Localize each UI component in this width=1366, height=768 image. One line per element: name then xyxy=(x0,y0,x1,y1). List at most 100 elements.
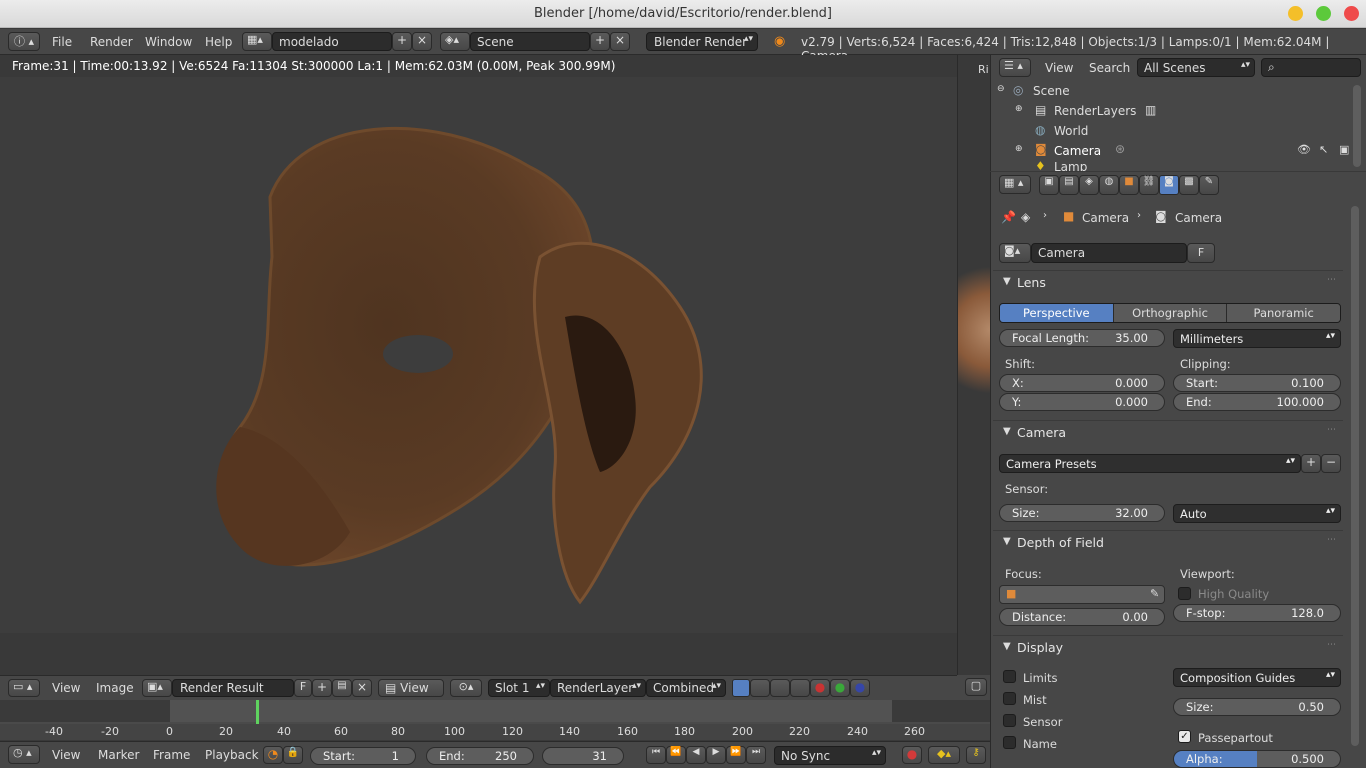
menu-file[interactable]: File xyxy=(52,35,72,49)
outliner-scrollbar[interactable] xyxy=(1353,85,1361,167)
scene-tab-icon[interactable]: ◈ xyxy=(1079,175,1099,195)
tools-tab-icon[interactable]: ✎ xyxy=(1199,175,1219,195)
render-layers-tab-icon[interactable]: ▤ xyxy=(1059,175,1079,195)
add-scene-icon[interactable]: + xyxy=(590,32,610,51)
cursor-icon[interactable]: ↖ xyxy=(1319,143,1328,156)
camera-datablock-name[interactable]: Camera xyxy=(1031,243,1187,263)
dof-panel-title[interactable]: Depth of Field xyxy=(1017,535,1104,550)
panel-collapse-icon[interactable]: ▼ xyxy=(1003,276,1011,287)
jump-start-icon[interactable]: ⏮ xyxy=(646,746,666,764)
camera-presets-dropdown[interactable]: Camera Presets ▴▾ xyxy=(999,454,1301,473)
menu-frame[interactable]: Frame xyxy=(153,748,190,762)
editor-type-properties[interactable]: ▦ ▴ xyxy=(999,175,1031,194)
drag-handle-icon[interactable]: ⋯ xyxy=(1327,535,1336,545)
expand-icon[interactable]: ⊕ xyxy=(1015,144,1023,154)
render-tab-icon[interactable]: ▣ xyxy=(1039,175,1059,195)
camera-data-tab-icon[interactable]: ◙ xyxy=(1159,175,1179,195)
outliner-item-camera[interactable]: ⊕ ◙ Camera ⊛ 👁 ↖ ▣ xyxy=(991,141,1351,161)
eye-icon[interactable]: 👁 xyxy=(1297,143,1311,156)
record-icon[interactable]: ● xyxy=(902,746,922,764)
menu-view[interactable]: View xyxy=(52,681,80,695)
shift-x-field[interactable]: X: 0.000 xyxy=(999,374,1165,392)
scene-selector[interactable]: ◈▴ xyxy=(440,32,470,51)
menu-help[interactable]: Help xyxy=(205,35,232,49)
render-engine-dropdown[interactable]: Blender Render ▴▾ xyxy=(646,32,758,51)
properties-scrollbar[interactable] xyxy=(1351,206,1359,746)
slot-dropdown[interactable]: Slot 1 ▴▾ xyxy=(488,679,550,697)
lens-panel-title[interactable]: Lens xyxy=(1017,275,1046,290)
screen-layout-name[interactable]: modelado xyxy=(272,32,392,51)
editor-type-outliner[interactable]: ☰ ▴ xyxy=(999,58,1031,77)
maximize-button[interactable] xyxy=(1316,6,1331,21)
render-camera-icon[interactable]: ▣ xyxy=(1339,143,1349,156)
red-channel-icon[interactable]: ● xyxy=(810,679,830,697)
passepartout-alpha-slider[interactable]: Alpha: 0.500 xyxy=(1173,750,1341,768)
panoramic-tab[interactable]: Panoramic xyxy=(1227,304,1340,322)
constraints-tab-icon[interactable]: ⛓ xyxy=(1139,175,1159,195)
drag-handle-icon[interactable]: ⋯ xyxy=(1327,640,1336,650)
menu-view[interactable]: View xyxy=(1045,61,1073,75)
image-name-field[interactable]: Render Result xyxy=(172,679,294,697)
menu-image[interactable]: Image xyxy=(96,681,134,695)
end-frame-field[interactable]: End: 250 xyxy=(426,747,534,765)
timeline-track[interactable]: -40 -20 0 20 40 60 80 100 120 140 160 18… xyxy=(0,700,990,740)
playhead[interactable] xyxy=(256,700,259,724)
layer-dropdown[interactable]: RenderLayer ▴▾ xyxy=(550,679,646,697)
world-tab-icon[interactable]: ◍ xyxy=(1099,175,1119,195)
outliner-item-scene[interactable]: ⊖ ◎ Scene xyxy=(991,81,1351,101)
limits-checkbox[interactable] xyxy=(1003,670,1016,683)
jump-keyframe-back-icon[interactable]: ⏪ xyxy=(666,746,686,764)
outliner-item-lamp[interactable]: ♦ Lamp xyxy=(991,161,1351,171)
search-input[interactable]: ⌕ xyxy=(1261,58,1361,77)
lock-icon[interactable]: 🔒 xyxy=(283,746,303,764)
pass-dropdown[interactable]: Combined ▴▾ xyxy=(646,679,726,697)
camera-panel-title[interactable]: Camera xyxy=(1017,425,1066,440)
screen-layout-selector[interactable]: ▦▴ xyxy=(242,32,272,51)
add-preset-icon[interactable]: + xyxy=(1301,454,1321,473)
shift-y-field[interactable]: Y: 0.000 xyxy=(999,393,1165,411)
green-channel-icon[interactable]: ● xyxy=(830,679,850,697)
perspective-tab[interactable]: Perspective xyxy=(1000,304,1114,322)
drag-handle-icon[interactable]: ⋯ xyxy=(1327,425,1336,435)
expand-icon[interactable]: ⊕ xyxy=(1015,104,1023,114)
menu-view[interactable]: View xyxy=(52,748,80,762)
keying-set-icon[interactable]: ◆▴ xyxy=(928,746,960,764)
remove-screen-icon[interactable]: × xyxy=(412,32,432,51)
lens-unit-dropdown[interactable]: Millimeters ▴▾ xyxy=(1173,329,1341,348)
collapse-icon[interactable]: ⊖ xyxy=(997,84,1005,94)
drag-handle-icon[interactable]: ⋯ xyxy=(1327,275,1336,285)
fstop-field[interactable]: F-stop: 128.0 xyxy=(1173,604,1341,622)
camera-fake-user-button[interactable]: F xyxy=(1187,243,1215,263)
draw-rgb-icon[interactable] xyxy=(790,679,810,697)
unlink-image-icon[interactable]: × xyxy=(352,679,372,697)
outliner-item-renderlayers[interactable]: ⊕ ▤ RenderLayers ▥ xyxy=(991,101,1351,121)
pin-icon[interactable]: 📌 xyxy=(1001,210,1016,224)
image-browse-button[interactable]: ▣▴ xyxy=(142,679,172,697)
close-button[interactable] xyxy=(1344,6,1359,21)
editor-type-timeline[interactable]: ◷ ▴ xyxy=(8,745,40,764)
focal-length-field[interactable]: Focal Length: 35.00 xyxy=(999,329,1165,347)
focus-object-field[interactable]: ■ ✎ xyxy=(999,585,1165,604)
composition-guides-dropdown[interactable]: Composition Guides ▴▾ xyxy=(1173,668,1341,687)
play-reverse-icon[interactable]: ◀ xyxy=(686,746,706,764)
view-mode-dropdown[interactable]: ▤ View xyxy=(378,679,444,697)
eyedropper-icon[interactable]: ✎ xyxy=(1150,587,1159,600)
menu-marker[interactable]: Marker xyxy=(98,748,139,762)
object-tab-icon[interactable]: ■ xyxy=(1119,175,1139,195)
display-mode-dropdown[interactable]: All Scenes ▴▾ xyxy=(1137,58,1255,77)
high-quality-checkbox[interactable] xyxy=(1178,587,1191,600)
panel-collapse-icon[interactable]: ▼ xyxy=(1003,641,1011,652)
sync-dropdown[interactable]: No Sync ▴▾ xyxy=(774,746,886,765)
current-frame-field[interactable]: 31 xyxy=(542,747,624,765)
preview-range-icon[interactable]: ◔ xyxy=(263,746,283,764)
display-panel-title[interactable]: Display xyxy=(1017,640,1063,655)
draw-rgb-alpha-icon[interactable] xyxy=(732,679,750,697)
focus-distance-field[interactable]: Distance: 0.00 xyxy=(999,608,1165,626)
panel-collapse-icon[interactable]: ▼ xyxy=(1003,426,1011,437)
minimize-button[interactable] xyxy=(1288,6,1303,21)
menu-window[interactable]: Window xyxy=(145,35,192,49)
panel-collapse-icon[interactable]: ▼ xyxy=(1003,536,1011,547)
clip-start-field[interactable]: Start: 0.100 xyxy=(1173,374,1341,392)
remove-preset-icon[interactable]: − xyxy=(1321,454,1341,473)
side-tab[interactable]: Ri xyxy=(978,63,989,76)
